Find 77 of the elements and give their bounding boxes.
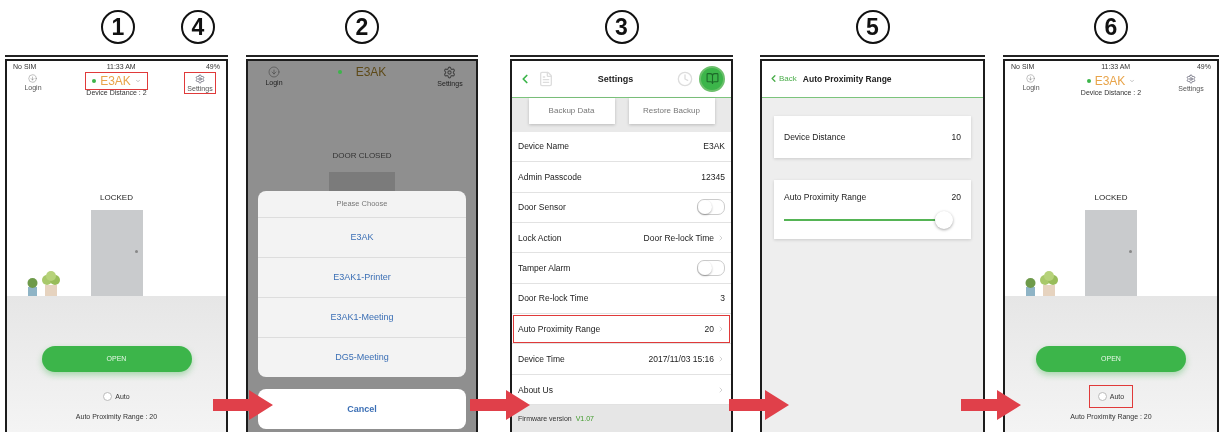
row-label: Auto Proximity Range bbox=[518, 323, 601, 334]
caret-icon bbox=[1129, 77, 1136, 84]
door-status: LOCKED bbox=[100, 192, 133, 202]
device-option[interactable]: E3AK bbox=[258, 216, 466, 257]
arrow-icon bbox=[729, 390, 789, 420]
settings-icon bbox=[443, 65, 457, 79]
chevron-icon bbox=[717, 355, 725, 364]
settings-row[interactable]: Lock Action Door Re-lock Time bbox=[512, 222, 731, 254]
chevron-icon bbox=[717, 233, 725, 242]
settings-row[interactable]: About Us bbox=[512, 374, 731, 406]
caret-icon bbox=[134, 77, 141, 84]
arrow-icon bbox=[961, 390, 1021, 420]
row-value: 20 bbox=[704, 323, 714, 334]
row-label: Door Re-lock Time bbox=[518, 293, 589, 304]
row-value: 3 bbox=[720, 293, 725, 304]
row-label: Lock Action bbox=[518, 232, 562, 243]
device-option[interactable]: DG5-Meeting bbox=[258, 336, 466, 377]
backup-button[interactable]: Restore Backup bbox=[628, 97, 715, 124]
settings-row[interactable]: Device Name E3AK bbox=[512, 131, 731, 163]
arrow-icon bbox=[213, 390, 273, 420]
toggle-switch[interactable] bbox=[697, 199, 725, 216]
clock-icon[interactable] bbox=[677, 70, 693, 87]
card-label: Device Distance bbox=[784, 131, 846, 142]
screen-title: Settings bbox=[596, 73, 635, 84]
status-dot bbox=[92, 78, 97, 83]
backup-button[interactable]: Backup Data bbox=[528, 97, 615, 124]
step-number: 5 bbox=[855, 10, 890, 45]
settings-row[interactable]: Auto Proximity Range 20 bbox=[512, 314, 731, 345]
row-label: About Us bbox=[518, 384, 553, 395]
device-option[interactable]: E3AK1-Meeting bbox=[258, 296, 466, 337]
book-icon bbox=[705, 72, 719, 86]
device-name: E3AK bbox=[355, 64, 387, 79]
chevron-icon bbox=[717, 324, 725, 333]
card-label: Auto Proximity Range bbox=[784, 191, 867, 202]
card-value: 10 bbox=[951, 131, 961, 142]
cancel-button[interactable]: Cancel bbox=[258, 388, 466, 429]
step-number: 6 bbox=[1094, 10, 1128, 45]
row-label: Tamper Alarm bbox=[518, 262, 571, 273]
radio-button[interactable] bbox=[103, 391, 113, 401]
plants-drawing bbox=[27, 269, 63, 296]
login-icon bbox=[268, 65, 280, 78]
settings-row[interactable]: Door Re-lock Time 3 bbox=[512, 283, 731, 315]
door-drawing bbox=[329, 171, 395, 192]
step-number: 2 bbox=[345, 10, 379, 45]
document-icon[interactable] bbox=[538, 70, 554, 87]
slider-thumb[interactable] bbox=[934, 210, 953, 229]
card-value: 20 bbox=[951, 191, 961, 202]
step-number: 4 bbox=[181, 10, 215, 45]
row-label: Admin Passcode bbox=[518, 171, 582, 182]
device-option[interactable]: E3AK1-Printer bbox=[258, 256, 466, 297]
door-status: LOCKED bbox=[1094, 192, 1128, 202]
status-dot bbox=[1086, 78, 1091, 83]
plants-drawing bbox=[1025, 269, 1061, 296]
settings-row[interactable]: Door Sensor bbox=[512, 192, 731, 223]
radio-button[interactable] bbox=[1097, 391, 1107, 401]
step-number: 1 bbox=[101, 10, 135, 45]
row-label: Door Sensor bbox=[518, 202, 566, 213]
door-status: DOOR CLOSED bbox=[332, 150, 392, 160]
row-value: 12345 bbox=[701, 171, 725, 182]
chevron-icon bbox=[717, 385, 725, 394]
row-label: Device Name bbox=[518, 141, 570, 152]
login-icon bbox=[1026, 73, 1036, 83]
settings-row[interactable]: Admin Passcode 12345 bbox=[512, 162, 731, 193]
status-dot bbox=[337, 69, 342, 74]
step-number: 3 bbox=[604, 10, 639, 45]
row-value: 2017/11/03 15:16 bbox=[648, 354, 714, 365]
login-icon bbox=[28, 73, 38, 83]
settings-row[interactable]: Tamper Alarm bbox=[512, 253, 731, 284]
settings-icon bbox=[1186, 73, 1196, 84]
book-button[interactable] bbox=[699, 65, 725, 92]
toggle-switch[interactable] bbox=[697, 259, 725, 276]
row-value: E3AK bbox=[703, 141, 725, 152]
row-label: Device Time bbox=[518, 354, 565, 365]
settings-row[interactable]: Device Time 2017/11/03 15:16 bbox=[512, 344, 731, 375]
screen-title: Auto Proximity Range bbox=[802, 73, 892, 84]
row-value: Door Re-lock Time bbox=[643, 232, 714, 243]
settings-icon bbox=[195, 73, 205, 84]
